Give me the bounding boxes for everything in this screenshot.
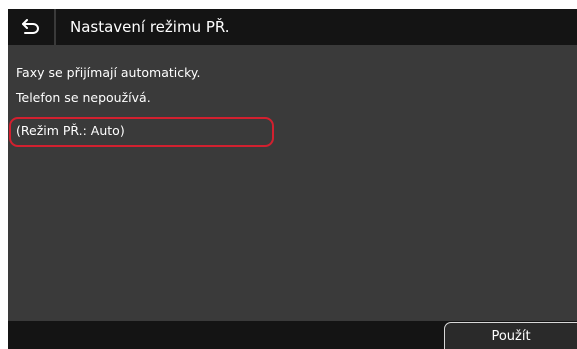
device-screen: Nastavení režimu PŘ. Faxy se přijímají a… [8, 9, 577, 349]
back-arrow-icon [22, 19, 39, 34]
status-line-fax: Faxy se přijímají automaticky. [16, 65, 201, 80]
message-area: Faxy se přijímají automaticky. Telefon s… [8, 45, 577, 321]
bottom-bar: Použít [8, 321, 577, 349]
title-bar: Nastavení režimu PŘ. [8, 9, 577, 45]
status-line-phone: Telefon se nepoužívá. [16, 90, 151, 105]
status-line-mode: (Režim PŘ.: Auto) [16, 123, 125, 138]
back-button[interactable] [8, 9, 56, 45]
page-title: Nastavení režimu PŘ. [70, 18, 230, 36]
apply-button[interactable]: Použít [444, 322, 577, 349]
